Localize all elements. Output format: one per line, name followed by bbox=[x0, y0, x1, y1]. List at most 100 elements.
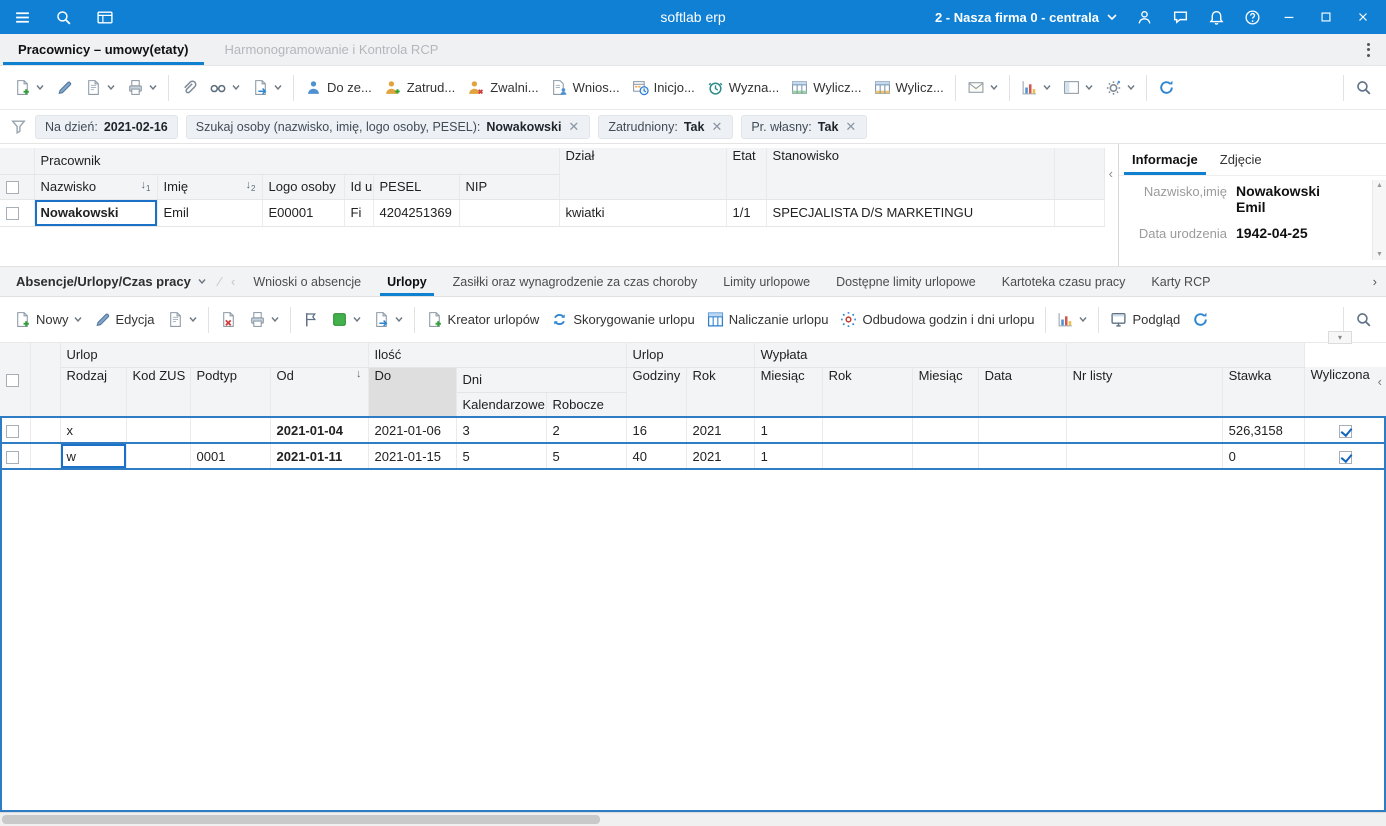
tab-pracownicy[interactable]: Pracownicy – umowy(etaty) bbox=[0, 34, 207, 65]
col-header-robocze[interactable]: Robocze bbox=[546, 392, 627, 418]
cell-wyliczona[interactable] bbox=[1304, 416, 1386, 444]
collapse-toolbar-button[interactable]: ▾ bbox=[1328, 331, 1352, 344]
tab-limity-urlopowe[interactable]: Limity urlopowe bbox=[710, 267, 823, 296]
wyznaczanie-button[interactable]: Wyzna... bbox=[701, 74, 785, 101]
zwalnianie-button[interactable]: Zwalni... bbox=[461, 74, 544, 101]
select-all-checkbox[interactable] bbox=[6, 374, 19, 388]
cell-dzial[interactable]: kwiatki bbox=[559, 199, 727, 227]
cell-rok[interactable]: 2021 bbox=[686, 443, 755, 470]
scrollbar-thumb[interactable] bbox=[2, 815, 600, 824]
grid-search-button[interactable] bbox=[1349, 74, 1378, 101]
cell-rodzaj[interactable]: w bbox=[60, 443, 127, 470]
col-header-do[interactable]: Do bbox=[368, 367, 457, 418]
cell-nazwisko[interactable]: Nowakowski bbox=[34, 199, 158, 227]
filter-icon[interactable] bbox=[10, 118, 27, 135]
refresh-button[interactable] bbox=[1186, 306, 1215, 333]
scroll-up-icon[interactable]: ▲ bbox=[1376, 182, 1383, 189]
skorygowanie-urlopu-button[interactable]: Skorygowanie urlopu bbox=[545, 306, 700, 333]
col-header-nip[interactable]: NIP bbox=[459, 174, 560, 200]
chart-button[interactable] bbox=[1051, 306, 1093, 333]
scroll-left-icon[interactable]: ‹ bbox=[1107, 164, 1115, 183]
horizontal-scrollbar[interactable] bbox=[0, 812, 1386, 826]
col-header-logo[interactable]: Logo osoby bbox=[262, 174, 345, 200]
col-header-wyliczona[interactable]: Wyliczona bbox=[1304, 367, 1386, 418]
cell-nip[interactable] bbox=[459, 199, 560, 227]
checkbox[interactable] bbox=[1338, 450, 1352, 464]
menu-icon[interactable] bbox=[14, 9, 31, 26]
cell-miesiac-wyplata[interactable] bbox=[912, 443, 979, 470]
apps-icon[interactable] bbox=[96, 9, 114, 26]
checkbox[interactable] bbox=[1338, 424, 1352, 438]
tab-dostepne-limity[interactable]: Dostępne limity urlopowe bbox=[823, 267, 989, 296]
cell-kalendarzowe[interactable]: 5 bbox=[456, 443, 547, 470]
row-checkbox[interactable] bbox=[6, 207, 19, 221]
cell-miesiac[interactable]: 1 bbox=[754, 416, 823, 444]
col-header-nazwisko[interactable]: ↓1 Nazwisko bbox=[34, 174, 158, 200]
edit-button[interactable] bbox=[50, 74, 79, 101]
cell-rok[interactable]: 2021 bbox=[686, 416, 755, 444]
delete-button[interactable] bbox=[214, 306, 243, 333]
col-header-imie[interactable]: ↓2 Imię bbox=[157, 174, 263, 200]
inicjowanie-button[interactable]: Inicjo... bbox=[626, 74, 701, 101]
new-record-button[interactable] bbox=[8, 74, 50, 101]
select-all-checkbox[interactable] bbox=[6, 181, 19, 195]
cell-stanowisko[interactable]: SPECJALISTA D/S MARKETINGU bbox=[766, 199, 1055, 227]
section-selector[interactable]: Absencje/Urlopy/Czas pracy bbox=[8, 267, 214, 296]
col-header-podtyp[interactable]: Podtyp bbox=[190, 367, 271, 418]
scroll-left-icon[interactable]: ‹ bbox=[226, 274, 240, 289]
kreator-urlopow-button[interactable]: Kreator urlopów bbox=[420, 306, 546, 333]
company-selector[interactable]: 2 - Nasza firma 0 - centrala bbox=[935, 10, 1117, 25]
view-options-button[interactable] bbox=[203, 74, 246, 101]
tab-informacje[interactable]: Informacje bbox=[1121, 144, 1209, 175]
filter-chip-own[interactable]: Pr. własny: Tak ✕ bbox=[741, 114, 868, 139]
more-menu-icon[interactable] bbox=[1363, 39, 1374, 61]
scroll-right-icon[interactable]: › bbox=[1364, 274, 1386, 289]
cell-rok-wyplata[interactable] bbox=[822, 416, 913, 444]
col-header-od[interactable]: ↓ Od bbox=[270, 367, 369, 418]
cell-miesiac[interactable]: 1 bbox=[754, 443, 823, 470]
tab-zdjecie[interactable]: Zdjęcie bbox=[1209, 144, 1273, 175]
cell-imie[interactable]: Emil bbox=[157, 199, 263, 227]
row-checkbox[interactable] bbox=[6, 424, 19, 438]
chart-button[interactable] bbox=[1015, 74, 1057, 101]
cell-robocze[interactable]: 5 bbox=[546, 443, 627, 470]
filter-chip-search[interactable]: Szukaj osoby (nazwisko, imię, logo osoby… bbox=[185, 114, 591, 139]
attachments-button[interactable] bbox=[174, 74, 203, 101]
cell-logo[interactable]: E00001 bbox=[262, 199, 345, 227]
preview-document-button[interactable] bbox=[161, 306, 203, 333]
do-zespolu-button[interactable]: Do ze... bbox=[299, 74, 378, 101]
cell-kod-zus[interactable] bbox=[126, 443, 191, 470]
export-options-button[interactable] bbox=[367, 306, 409, 333]
cell-nr-listy[interactable] bbox=[1066, 443, 1223, 470]
status-color-button[interactable] bbox=[325, 306, 367, 333]
col-header-nr-listy[interactable]: Nr listy bbox=[1066, 367, 1223, 418]
cell-id[interactable]: Fi bbox=[344, 199, 374, 227]
col-header-dni[interactable]: Dni bbox=[456, 367, 627, 393]
col-header-stawka[interactable]: Stawka bbox=[1222, 367, 1305, 418]
minimize-icon[interactable] bbox=[1280, 8, 1298, 26]
cell-robocze[interactable]: 2 bbox=[546, 416, 627, 444]
cell-etat[interactable]: 1/1 bbox=[726, 199, 767, 227]
col-header-pesel[interactable]: PESEL bbox=[373, 174, 460, 200]
zatrudnianie-button[interactable]: Zatrud... bbox=[378, 74, 461, 101]
cell-kod-zus[interactable] bbox=[126, 416, 191, 444]
cell-pesel[interactable]: 4204251369 bbox=[373, 199, 460, 227]
tab-urlopy[interactable]: Urlopy bbox=[374, 267, 440, 296]
cell-godziny[interactable]: 16 bbox=[626, 416, 687, 444]
col-header-data[interactable]: Data bbox=[978, 367, 1067, 418]
cell-data[interactable] bbox=[978, 443, 1067, 470]
wnioski-button[interactable]: Wnios... bbox=[545, 74, 626, 101]
scroll-left-icon[interactable]: ‹ bbox=[1376, 372, 1384, 391]
tab-zasilki[interactable]: Zasiłki oraz wynagrodzenie za czas choro… bbox=[440, 267, 711, 296]
close-icon[interactable]: ✕ bbox=[567, 119, 580, 135]
close-icon[interactable]: ✕ bbox=[710, 119, 723, 135]
odbudowa-godzin-button[interactable]: Odbudowa godzin i dni urlopu bbox=[834, 306, 1040, 333]
search-icon[interactable] bbox=[55, 9, 72, 26]
col-header-miesiac-wyplata[interactable]: Miesiąc bbox=[912, 367, 979, 418]
cell-do[interactable]: 2021-01-06 bbox=[368, 416, 457, 444]
col-header-rodzaj[interactable]: Rodzaj bbox=[60, 367, 127, 418]
tab-wnioski-o-absencje[interactable]: Wnioski o absencje bbox=[240, 267, 374, 296]
cell-godziny[interactable]: 40 bbox=[626, 443, 687, 470]
panel-scrollbar[interactable]: ▲ ▼ bbox=[1372, 180, 1386, 260]
mail-button[interactable] bbox=[961, 74, 1004, 101]
